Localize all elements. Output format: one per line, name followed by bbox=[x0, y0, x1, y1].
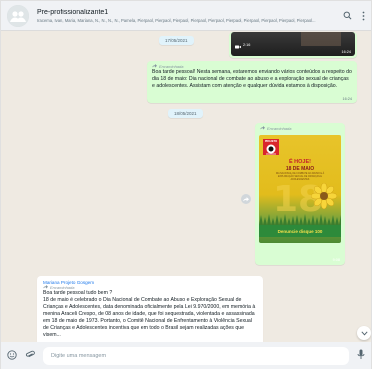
group-members: Iracema, Ivan, Maria, Mariana, N., N., N… bbox=[37, 17, 316, 23]
microphone-icon[interactable] bbox=[357, 347, 365, 365]
group-name: Pre-profissionalizante1 bbox=[37, 8, 109, 16]
menu-icon[interactable] bbox=[362, 11, 365, 21]
message-time: 16:24 bbox=[342, 97, 352, 101]
video-frame-detail bbox=[301, 32, 341, 46]
attach-icon[interactable] bbox=[25, 347, 35, 365]
chat-header-text[interactable]: Pre-profissionalizante1 Iracema, Ivan, M… bbox=[37, 9, 337, 23]
forwarded-message[interactable]: Encaminhada Boa tarde pessoal! Nesta sem… bbox=[147, 61, 357, 103]
poster-footer-bar: Denuncie disque 100 bbox=[259, 225, 341, 237]
message-list[interactable]: 17/05/2021 2:16 16:24 Encaminhada Boa ta… bbox=[1, 32, 371, 342]
video-camera-icon bbox=[235, 36, 241, 54]
project-logo: PROJETO bbox=[263, 139, 279, 155]
poster-date: 18 DE MAIO bbox=[285, 166, 315, 172]
campaign-poster[interactable]: PROJETO É HOJE! 18 DE MAIO DIA NACIONAL … bbox=[259, 135, 341, 243]
image-message[interactable]: Encaminhada PROJETO É HOJE! 18 DE MAIO D bbox=[255, 123, 345, 265]
message-text-line: Boa tarde pessoal tudo bem ? bbox=[43, 290, 113, 296]
group-avatar[interactable] bbox=[7, 4, 29, 27]
chat-window: Pre-profissionalizante1 Iracema, Ivan, M… bbox=[0, 0, 372, 369]
emoji-icon[interactable] bbox=[7, 347, 17, 365]
chat-header[interactable]: Pre-profissionalizante1 Iracema, Ivan, M… bbox=[1, 1, 371, 31]
video-duration: 2:16 bbox=[243, 43, 251, 47]
grass-decoration bbox=[259, 214, 341, 225]
search-icon[interactable] bbox=[343, 11, 352, 20]
poster-headline: É HOJE! bbox=[288, 159, 311, 165]
forward-media-button[interactable] bbox=[241, 194, 251, 204]
chevron-down-icon bbox=[360, 330, 368, 336]
video-message[interactable]: 2:16 16:24 bbox=[229, 32, 357, 58]
message-input[interactable]: Digite uma mensagem bbox=[43, 346, 349, 365]
forward-arrow-icon bbox=[260, 126, 265, 131]
date-divider: 17/05/2021 bbox=[159, 36, 194, 45]
scroll-to-bottom-button[interactable] bbox=[357, 326, 371, 340]
message-time: 9:08 bbox=[332, 258, 340, 262]
poster-footer-text: Denuncie disque 100 bbox=[277, 228, 323, 234]
video-thumbnail[interactable]: 2:16 16:24 bbox=[231, 32, 355, 56]
incoming-message[interactable]: Mariana Projeto Gosgem Encaminhada Boa t… bbox=[37, 276, 263, 342]
forwarded-indicator: Encaminhada bbox=[260, 126, 291, 131]
composer-bar: Digite uma mensagem bbox=[1, 342, 371, 369]
logo-emblem-icon bbox=[266, 144, 276, 155]
message-text: Boa tarde pessoal! Nesta semana, estarem… bbox=[152, 69, 352, 89]
message-text: 18 de maio é celebrado o Dia Nacional de… bbox=[43, 297, 256, 338]
date-divider: 18/05/2021 bbox=[168, 109, 203, 118]
video-time: 16:24 bbox=[341, 50, 351, 54]
forwarded-label: Encaminhada bbox=[267, 126, 292, 131]
forward-arrow-icon bbox=[243, 196, 249, 201]
flower-icon bbox=[311, 183, 337, 209]
group-avatar-icon bbox=[7, 4, 29, 27]
